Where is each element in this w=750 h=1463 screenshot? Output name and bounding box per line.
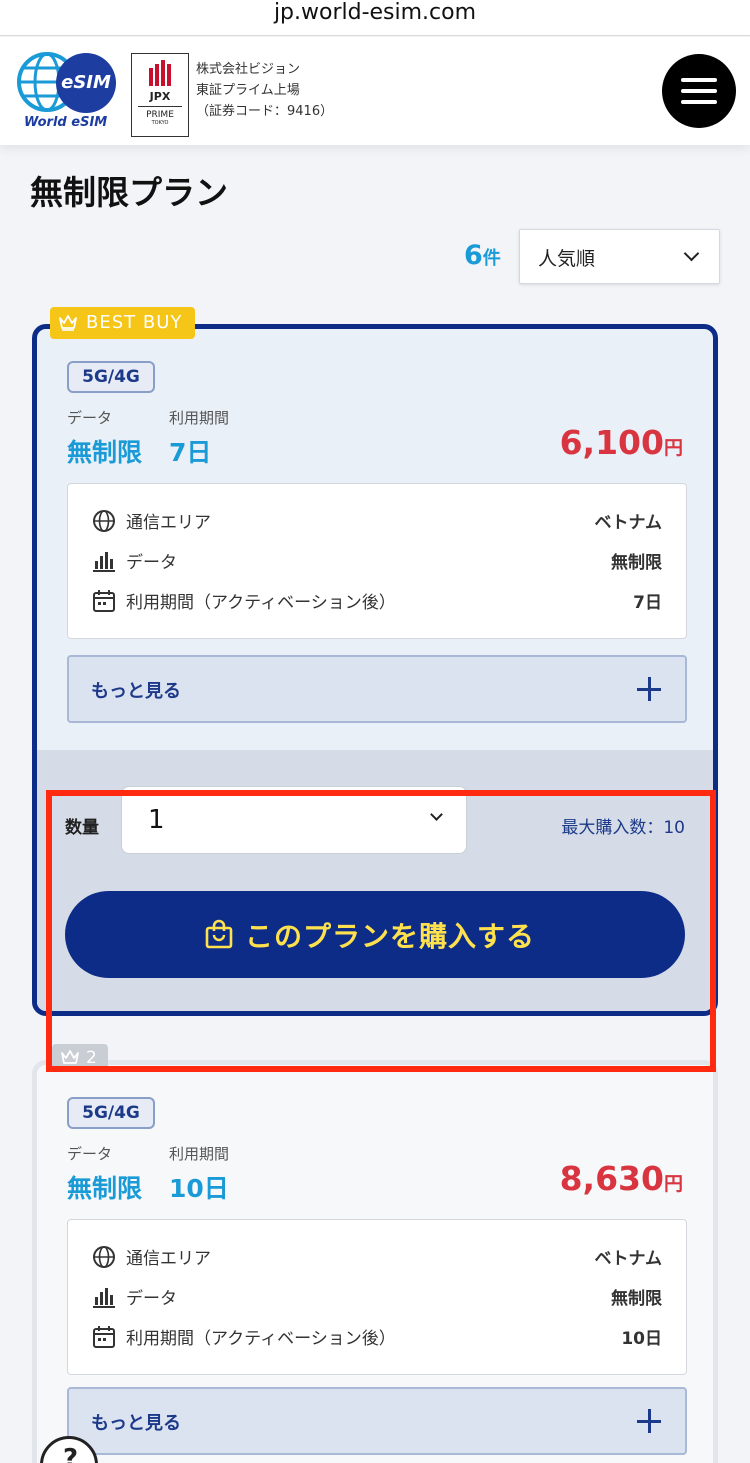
data-label: データ bbox=[67, 409, 113, 427]
period-value: 10日 bbox=[169, 1174, 229, 1203]
info-value: 7日 bbox=[633, 593, 662, 613]
browser-url-bar[interactable]: jp.world-esim.com bbox=[0, 0, 750, 36]
info-value: 無制限 bbox=[611, 1289, 662, 1309]
site-header: eSIM World eSIM JPX PRIME TOKYO 株式会社ビジョン… bbox=[0, 37, 750, 145]
globe-icon bbox=[93, 510, 115, 532]
info-value: ベトナム bbox=[594, 1249, 663, 1269]
jpx-prime: PRIME bbox=[146, 110, 174, 120]
plan-info-box: 通信エリア ベトナム データ 無制限 利用期間（アクティベーション後） 7日 bbox=[67, 483, 687, 639]
period-label: 利用期間 bbox=[169, 1145, 230, 1163]
esim-logo-badge[interactable]: eSIM bbox=[56, 53, 116, 113]
result-count-unit: 件 bbox=[482, 248, 501, 269]
show-more-label: もっと見る bbox=[91, 681, 181, 702]
bar-chart-icon bbox=[93, 552, 115, 572]
jpx-bars-icon bbox=[147, 60, 173, 86]
result-count-number: 6 bbox=[464, 240, 483, 271]
info-label: 利用期間（アクティベーション後） bbox=[126, 1329, 396, 1349]
info-row-area: 通信エリア ベトナム bbox=[92, 506, 662, 536]
plan-info-box: 通信エリア ベトナム データ 無制限 利用期間（アクティベーション後） 10日 bbox=[67, 1219, 687, 1375]
crown-icon bbox=[59, 315, 77, 331]
price-currency: 円 bbox=[663, 437, 683, 459]
info-label: 利用期間（アクティベーション後） bbox=[126, 593, 396, 613]
highlight-annotation-box bbox=[46, 790, 716, 1072]
url-text: jp.world-esim.com bbox=[273, 0, 477, 25]
plan-price: 6,100円 bbox=[560, 423, 683, 462]
info-value: ベトナム bbox=[594, 513, 663, 533]
info-row-period: 利用期間（アクティベーション後） 7日 bbox=[92, 586, 662, 616]
info-value: 無制限 bbox=[611, 553, 662, 573]
info-row-period: 利用期間（アクティベーション後） 10日 bbox=[92, 1322, 662, 1352]
info-label: 通信エリア bbox=[126, 1249, 211, 1269]
jpx-title: JPX bbox=[149, 90, 171, 103]
hamburger-menu-button[interactable] bbox=[662, 54, 736, 128]
price-currency: 円 bbox=[663, 1173, 683, 1195]
info-row-data: データ 無制限 bbox=[92, 1282, 662, 1312]
network-tag: 5G/4G bbox=[67, 361, 155, 393]
jpx-tokyo: TOKYO bbox=[151, 120, 169, 126]
sort-select[interactable]: 人気順 bbox=[519, 229, 720, 284]
plus-icon bbox=[637, 1409, 661, 1433]
bar-chart-icon bbox=[93, 1288, 115, 1308]
info-row-area: 通信エリア ベトナム bbox=[92, 1242, 662, 1272]
data-value: 無制限 bbox=[67, 438, 143, 467]
network-tag: 5G/4G bbox=[67, 1097, 155, 1129]
data-label: データ bbox=[67, 1145, 113, 1163]
show-more-label: もっと見る bbox=[91, 1413, 181, 1434]
show-more-button[interactable]: もっと見る bbox=[67, 1387, 687, 1455]
plan-card: 5G/4G データ 利用期間 無制限 10日 8,630円 通信エリア ベトナム… bbox=[32, 1060, 718, 1463]
company-info: 株式会社ビジョン 東証プライム上場 （証券コード：9416） bbox=[196, 59, 333, 122]
calendar-icon bbox=[93, 1326, 115, 1348]
result-count: 6件 bbox=[464, 240, 501, 271]
data-value: 無制限 bbox=[67, 1174, 143, 1203]
globe-icon bbox=[93, 1246, 115, 1268]
company-code: （証券コード：9416） bbox=[196, 104, 334, 119]
period-value: 7日 bbox=[169, 438, 212, 467]
info-row-data: データ 無制限 bbox=[92, 546, 662, 576]
best-buy-badge: BEST BUY bbox=[50, 307, 195, 339]
calendar-icon bbox=[93, 590, 115, 612]
help-icon: ? bbox=[63, 1444, 79, 1463]
jpx-prime-logo: JPX PRIME TOKYO bbox=[131, 53, 189, 137]
menu-line-icon bbox=[681, 100, 717, 104]
info-value: 10日 bbox=[621, 1329, 662, 1349]
info-label: データ bbox=[126, 1289, 177, 1309]
show-more-button[interactable]: もっと見る bbox=[67, 655, 687, 723]
info-label: 通信エリア bbox=[126, 513, 211, 533]
info-label: データ bbox=[126, 553, 177, 573]
menu-line-icon bbox=[681, 89, 717, 93]
chevron-down-icon bbox=[683, 245, 700, 262]
page-title: 無制限プラン bbox=[30, 173, 228, 212]
logo-text[interactable]: World eSIM bbox=[24, 115, 107, 130]
price-amount: 6,100 bbox=[559, 423, 664, 462]
period-label: 利用期間 bbox=[169, 409, 230, 427]
company-name: 株式会社ビジョン bbox=[196, 62, 301, 77]
plus-icon bbox=[637, 677, 661, 701]
plan-price: 8,630円 bbox=[560, 1159, 683, 1198]
price-amount: 8,630 bbox=[559, 1159, 664, 1198]
best-buy-label: BEST BUY bbox=[86, 312, 183, 333]
menu-line-icon bbox=[681, 78, 717, 82]
sort-selected-value: 人気順 bbox=[538, 248, 596, 270]
company-listing: 東証プライム上場 bbox=[196, 83, 300, 98]
